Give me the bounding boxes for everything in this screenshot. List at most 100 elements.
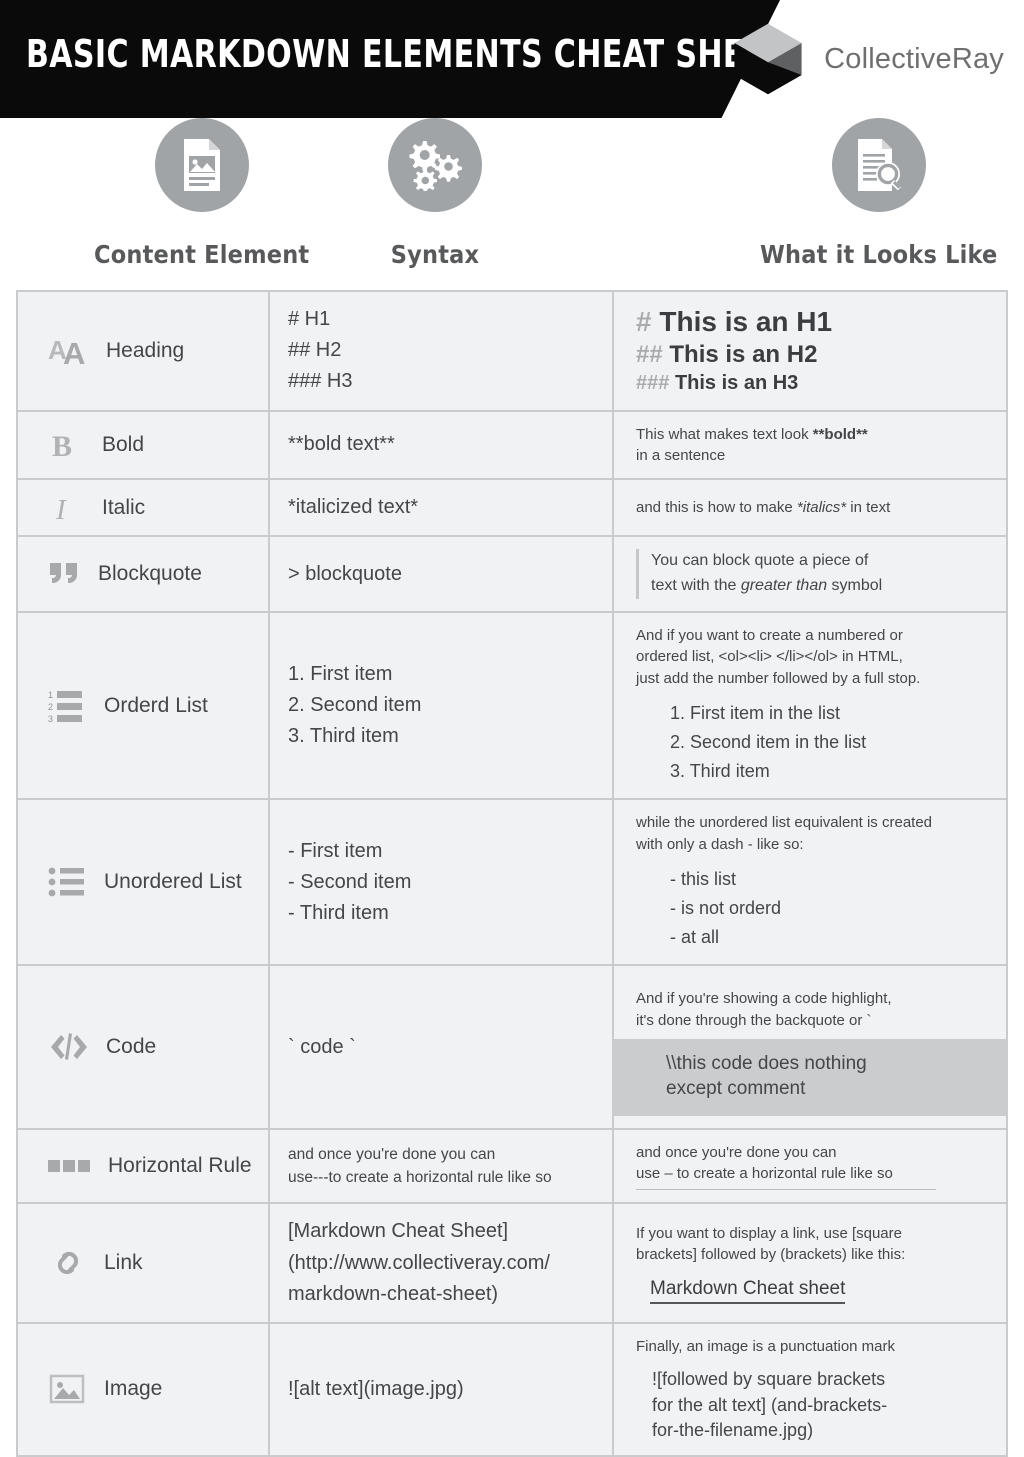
syntax-line: (http://www.collectiveray.com/ xyxy=(288,1251,550,1274)
page-header: BASIC MARKDOWN ELEMENTS CHEAT SHEET Coll… xyxy=(0,0,1024,118)
preview-italic-text: greater than xyxy=(740,577,828,595)
syntax-line: and once you're done you can xyxy=(288,1145,496,1163)
syntax-line: - Second item xyxy=(288,870,412,893)
svg-text:3: 3 xyxy=(48,714,53,724)
element-label: Horizontal Rule xyxy=(108,1154,252,1178)
element-cell: I Italic xyxy=(18,480,270,536)
table-row: I Italic *italicized text* and this is h… xyxy=(18,480,1006,538)
document-magnifier-icon xyxy=(831,118,926,212)
hash-mark: ### xyxy=(636,372,670,395)
preview-cell: and this is how to make *italics* in tex… xyxy=(614,480,1006,535)
syntax-line: *italicized text* xyxy=(288,496,419,519)
bullet-list-icon xyxy=(48,865,88,899)
preview-bold-text: **bold** xyxy=(812,425,868,443)
preview-line: You can block quote a piece of xyxy=(651,552,869,570)
page-title: BASIC MARKDOWN ELEMENTS CHEAT SHEET xyxy=(26,32,786,76)
element-label: Unordered List xyxy=(104,870,242,894)
table-row: A A Heading # H1 ## H2 ### H3 # This is … xyxy=(18,292,1006,412)
preview-h3: ### This is an H3 xyxy=(636,370,992,396)
table-row: Unordered List - First item - Second ite… xyxy=(18,800,1006,967)
table-row: 1 2 3 Orderd List 1. First item 2. Secon… xyxy=(18,612,1006,801)
document-image-icon xyxy=(154,118,249,212)
brand: CollectiveRay xyxy=(728,19,1004,99)
preview-line: And if you want to create a numbered or xyxy=(636,626,903,644)
syntax-cell: and once you're done you can use---to cr… xyxy=(270,1129,614,1203)
syntax-cell: > blockquote xyxy=(270,537,614,611)
svg-text:A: A xyxy=(63,336,85,368)
syntax-cell: *italicized text* xyxy=(270,480,614,536)
element-label: Italic xyxy=(102,495,146,519)
italic-i-icon: I xyxy=(48,491,86,525)
picture-icon xyxy=(48,1371,88,1407)
preview-line: brackets] followed by (brackets) like th… xyxy=(636,1246,906,1264)
syntax-line: markdown-cheat-sheet) xyxy=(288,1282,499,1305)
unordered-list-preview: - this list - is not orderd - at all xyxy=(636,865,992,952)
element-cell: Link xyxy=(18,1204,270,1323)
preview-text: text with the xyxy=(651,577,741,595)
quote-marks-icon xyxy=(48,559,82,589)
preview-cell: You can block quote a piece of text with… xyxy=(614,537,1006,611)
code-line: except comment xyxy=(666,1078,806,1100)
list-item: - at all xyxy=(670,927,720,948)
code-note: And if you're showing a code highlight, … xyxy=(614,978,1006,1039)
syntax-line: - Third item xyxy=(288,901,389,924)
element-label: Orderd List xyxy=(104,693,208,717)
syntax-cell: **bold text** xyxy=(270,411,614,479)
hash-mark: ## xyxy=(636,340,663,368)
element-cell: 1 2 3 Orderd List xyxy=(18,612,270,799)
preview-cell: This what makes text look **bold** in a … xyxy=(614,412,1006,479)
preview-line: ordered list, <ol><li> </li></ol> in HTM… xyxy=(636,648,903,666)
column-label: What it Looks Like xyxy=(760,240,998,269)
bold-b-icon: B xyxy=(48,428,86,462)
table-row: Blockquote > blockquote You can block qu… xyxy=(18,537,1006,613)
syntax-line: use---to create a horizontal rule like s… xyxy=(288,1169,552,1187)
preview-line: in a sentence xyxy=(636,446,726,464)
preview-cell: Finally, an image is a punctuation mark … xyxy=(614,1324,1006,1455)
syntax-cell: ` code ` xyxy=(270,966,614,1128)
numbered-list-icon: 1 2 3 xyxy=(48,688,88,724)
preview-line: and once you're done you can xyxy=(636,1143,837,1161)
list-item: 3. Third item xyxy=(670,761,770,782)
element-label: Code xyxy=(106,1035,157,1059)
three-squares-icon xyxy=(48,1157,92,1175)
syntax-line: 1. First item xyxy=(288,662,393,685)
preview-text: This is an H3 xyxy=(674,372,799,395)
preview-h1: # This is an H1 xyxy=(636,305,992,340)
svg-text:1: 1 xyxy=(48,690,53,700)
element-cell: Blockquote xyxy=(18,537,270,611)
link-preview[interactable]: Markdown Cheat sheet xyxy=(650,1278,846,1304)
preview-cell: # This is an H1 ## This is an H2 ### Thi… xyxy=(614,292,1006,410)
element-label: Heading xyxy=(106,338,185,362)
gears-icon xyxy=(388,118,482,212)
syntax-cell: - First item - Second item - Third item xyxy=(270,800,614,965)
element-label: Link xyxy=(104,1251,143,1275)
element-cell: Code xyxy=(18,966,270,1128)
column-label: Syntax xyxy=(390,240,480,269)
preview-line: use – to create a horizontal rule like s… xyxy=(636,1165,893,1183)
preview-cell: while the unordered list equivalent is c… xyxy=(614,800,1006,964)
syntax-line: # H1 xyxy=(288,308,331,330)
preview-cell: And if you want to create a numbered or … xyxy=(614,613,1006,798)
syntax-line: - First item xyxy=(288,839,383,862)
preview-text: in text xyxy=(846,499,891,517)
preview-line: and this is how to make *italics* in tex… xyxy=(636,497,992,518)
element-label: Image xyxy=(104,1377,163,1401)
element-label: Bold xyxy=(102,432,145,456)
column-header-syntax: Syntax xyxy=(388,118,482,269)
preview-italic-text: *italics* xyxy=(796,499,847,517)
blockquote-preview: You can block quote a piece of text with… xyxy=(636,549,992,599)
syntax-cell: ![alt text](image.jpg) xyxy=(270,1324,614,1455)
code-block-preview: \\this code does nothing except comment xyxy=(614,1038,1006,1116)
cube-logo-icon xyxy=(734,23,802,95)
ordered-list-preview: 1. First item in the list 2. Second item… xyxy=(636,699,992,786)
syntax-line: ` code ` xyxy=(288,1035,356,1058)
preview-line: with only a dash - like so: xyxy=(636,835,804,853)
preview-line: ![followed by square brackets xyxy=(652,1369,886,1390)
list-item: 1. First item in the list xyxy=(670,702,841,723)
syntax-line: ![alt text](image.jpg) xyxy=(288,1377,464,1400)
table-row: Code ` code ` And if you're showing a co… xyxy=(18,966,1006,1130)
syntax-line: [Markdown Cheat Sheet] xyxy=(288,1220,509,1243)
preview-h2: ## This is an H2 xyxy=(636,340,992,371)
table-row: Link [Markdown Cheat Sheet] (http://www.… xyxy=(18,1204,1006,1325)
column-header-content-element: Content Element xyxy=(94,118,309,269)
